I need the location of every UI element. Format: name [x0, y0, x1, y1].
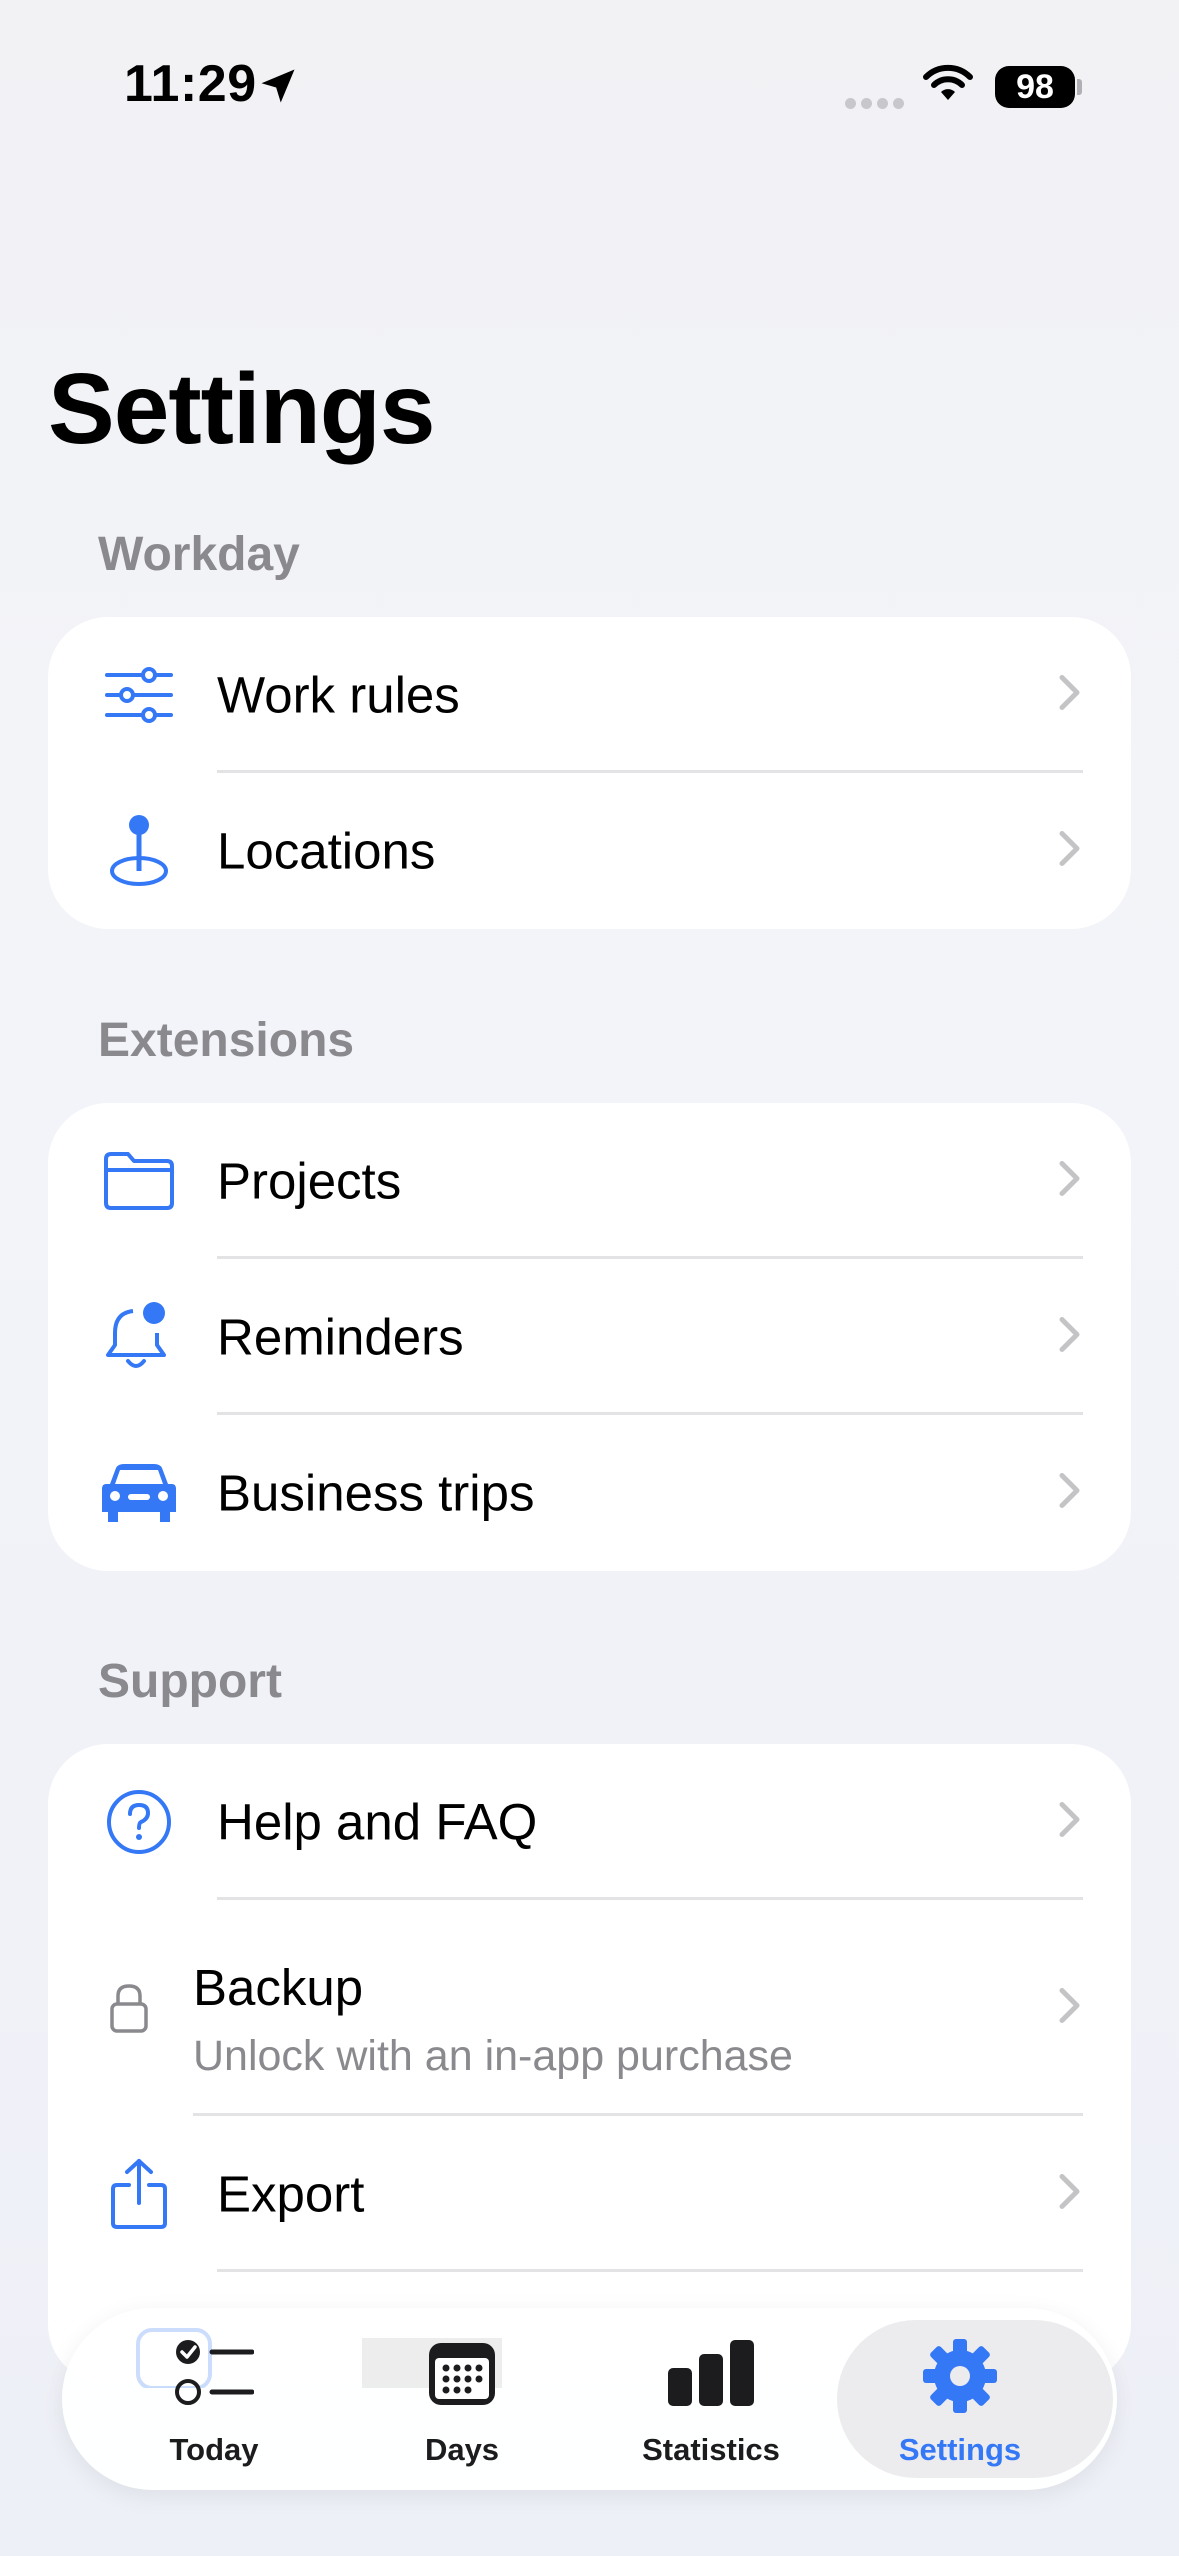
row-label: Locations [217, 822, 436, 880]
battery-indicator: 98 [995, 66, 1075, 108]
row-help-faq[interactable]: Help and FAQ [48, 1744, 1131, 1900]
tab-settings[interactable]: Settings [837, 2308, 1113, 2490]
divider [217, 2269, 1083, 2272]
row-label: Help and FAQ [217, 1793, 538, 1851]
row-business-trips[interactable]: Business trips [48, 1415, 1131, 1571]
chevron-right-icon [1059, 1988, 1081, 2029]
lock-icon [88, 1967, 170, 2049]
chevron-right-icon [1059, 1802, 1081, 1843]
section-header-extensions: Extensions [98, 1014, 355, 1067]
row-export[interactable]: Export [48, 2116, 1131, 2272]
row-projects[interactable]: Projects [48, 1103, 1131, 1259]
checklist-icon [174, 2338, 255, 2415]
row-label: Work rules [217, 666, 460, 724]
row-label: Business trips [217, 1464, 535, 1522]
status-bar: 11:29 98 [0, 0, 1179, 170]
car-icon [98, 1452, 180, 1534]
row-sublabel: Unlock with an in-app purchase [193, 2032, 793, 2080]
tab-today[interactable]: Today [99, 2308, 329, 2490]
bar-chart-icon [666, 2338, 756, 2413]
row-label: Backup [193, 1959, 364, 2016]
battery-nub [1077, 79, 1082, 95]
row-work-rules[interactable]: Work rules [48, 617, 1131, 773]
page-title: Settings [48, 353, 435, 465]
workday-card: Work rules Locations [48, 617, 1131, 929]
bell-badge-icon [98, 1296, 180, 1378]
folder-icon [98, 1140, 180, 1222]
gear-icon [922, 2338, 998, 2419]
tab-label: Today [169, 2432, 259, 2467]
chevron-right-icon [1059, 1473, 1081, 1514]
wifi-icon [922, 64, 974, 109]
cellular-signal-icon [845, 96, 909, 114]
tab-label: Days [424, 2432, 500, 2467]
location-arrow-icon [256, 64, 300, 113]
chevron-right-icon [1059, 831, 1081, 872]
location-pin-icon [98, 810, 180, 892]
tab-days[interactable]: Days [347, 2308, 577, 2490]
chevron-right-icon [1059, 1317, 1081, 1358]
support-card: Help and FAQ Backup Unlock with an in-ap… [48, 1744, 1131, 2384]
section-header-support: Support [98, 1655, 282, 1708]
question-circle-icon [98, 1781, 180, 1863]
section-header-workday: Workday [98, 528, 300, 581]
chevron-right-icon [1059, 2174, 1081, 2215]
chevron-right-icon [1059, 1161, 1081, 1202]
row-locations[interactable]: Locations [48, 773, 1131, 929]
row-backup[interactable]: Backup Unlock with an in-app purchase [48, 1900, 1131, 2116]
row-label: Export [217, 2165, 365, 2223]
calendar-icon [426, 2338, 498, 2413]
row-reminders[interactable]: Reminders [48, 1259, 1131, 1415]
tab-bar: Today Days Statistics Settings [62, 2308, 1117, 2490]
status-time: 11:29 [124, 55, 257, 113]
tab-label: Settings [898, 2432, 1022, 2467]
extensions-card: Projects Reminders Business trips [48, 1103, 1131, 1571]
tab-statistics[interactable]: Statistics [596, 2308, 826, 2490]
tab-label: Statistics [642, 2432, 780, 2467]
share-icon [98, 2153, 180, 2235]
row-label: Reminders [217, 1308, 464, 1366]
chevron-right-icon [1059, 675, 1081, 716]
row-label: Projects [217, 1152, 402, 1210]
sliders-icon [98, 654, 180, 736]
